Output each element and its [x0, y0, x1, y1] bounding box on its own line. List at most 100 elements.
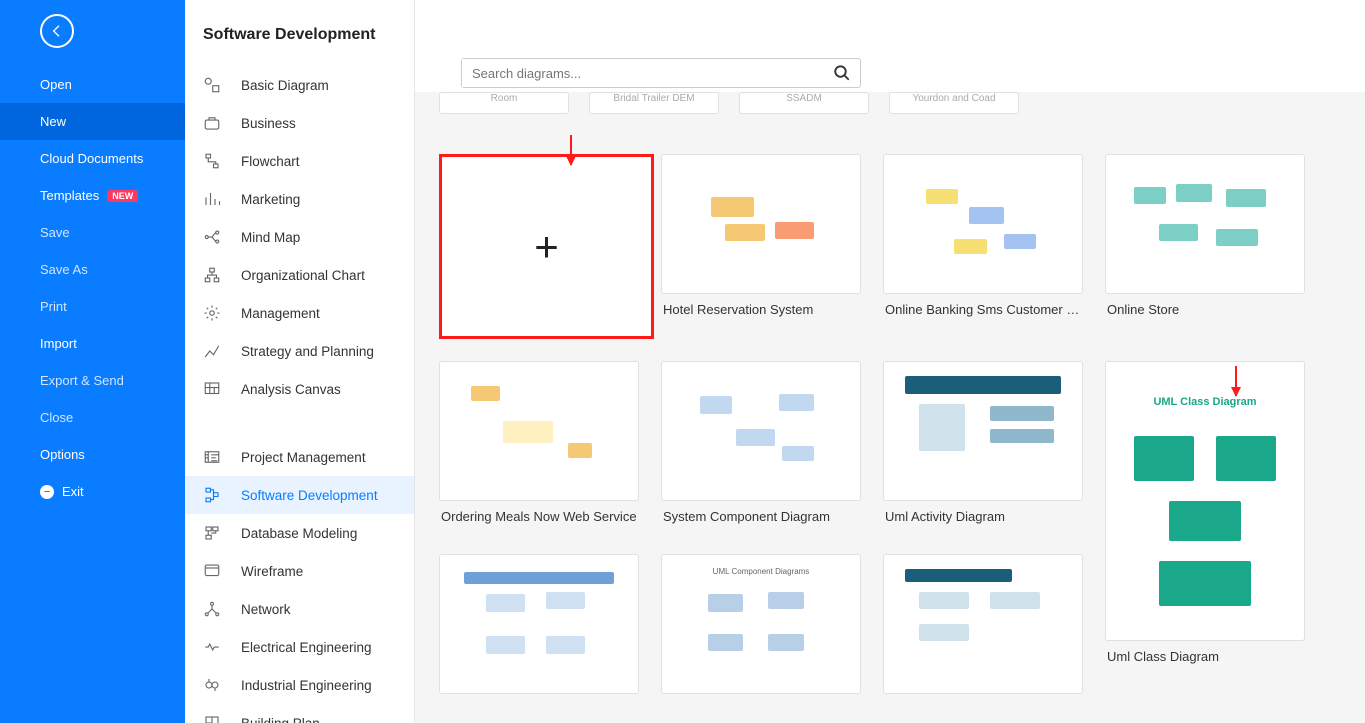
category-basic-diagram[interactable]: Basic Diagram: [185, 66, 414, 104]
template-tile[interactable]: Online Store: [1105, 154, 1305, 339]
basic-icon: [203, 76, 221, 94]
file-menu-print[interactable]: Print: [0, 288, 185, 325]
category-strategy-and-planning[interactable]: Strategy and Planning: [185, 332, 414, 370]
file-menu-label: Open: [40, 77, 72, 92]
blank-template[interactable]: +: [439, 154, 654, 339]
project-icon: [203, 448, 221, 466]
category-label: Mind Map: [241, 230, 300, 245]
template-tile[interactable]: Ordering Meals Now Web Service: [439, 361, 639, 532]
category-business[interactable]: Business: [185, 104, 414, 142]
category-management[interactable]: Management: [185, 294, 414, 332]
file-menu-save[interactable]: Save: [0, 214, 185, 251]
template-label: Ordering Meals Now Web Service: [439, 501, 639, 532]
category-label: Building Plan: [241, 716, 320, 723]
category-flowchart[interactable]: Flowchart: [185, 142, 414, 180]
industrial-icon: [203, 676, 221, 694]
category-organizational-chart[interactable]: Organizational Chart: [185, 256, 414, 294]
template-tile[interactable]: [883, 554, 1083, 694]
software-icon: [203, 486, 221, 504]
file-menu-label: New: [40, 114, 66, 129]
file-menu-label: Save: [40, 225, 70, 240]
search-box: [461, 58, 861, 88]
file-menu-save-as[interactable]: Save As: [0, 251, 185, 288]
template-thumbnail: UML Component Diagrams: [661, 554, 861, 694]
canvas-icon: [203, 380, 221, 398]
template-tile[interactable]: System Component Diagram: [661, 361, 861, 532]
file-menu-options[interactable]: Options: [0, 436, 185, 473]
template-label: Online Banking Sms Customer S...: [883, 294, 1083, 325]
file-menu-label: Save As: [40, 262, 88, 277]
category-label: Analysis Canvas: [241, 382, 341, 397]
file-menu-label: Print: [40, 299, 67, 314]
template-tile[interactable]: UML Class DiagramUml Class Diagram: [1105, 361, 1305, 694]
category-label: Basic Diagram: [241, 78, 329, 93]
file-menu-label: Close: [40, 410, 73, 425]
category-industrial-engineering[interactable]: Industrial Engineering: [185, 666, 414, 704]
subcategory-card[interactable]: Room: [439, 92, 569, 114]
category-wireframe[interactable]: Wireframe: [185, 552, 414, 590]
template-label: Hotel Reservation System: [661, 294, 861, 325]
subcategory-card[interactable]: SSADM: [739, 92, 869, 114]
business-icon: [203, 114, 221, 132]
category-label: Industrial Engineering: [241, 678, 372, 693]
search-input[interactable]: [462, 59, 824, 87]
subcategory-card[interactable]: Yourdon and Coad: [889, 92, 1019, 114]
template-label: Uml Activity Diagram: [883, 501, 1083, 532]
category-label: Wireframe: [241, 564, 303, 579]
category-title: Software Development: [185, 0, 414, 66]
template-label: Online Store: [1105, 294, 1305, 325]
strategy-icon: [203, 342, 221, 360]
template-thumbnail: [661, 154, 861, 294]
template-label: System Component Diagram: [661, 501, 861, 532]
file-menu-new[interactable]: New: [0, 103, 185, 140]
category-mind-map[interactable]: Mind Map: [185, 218, 414, 256]
category-label: Software Development: [241, 488, 378, 503]
template-thumbnail: [883, 154, 1083, 294]
marketing-icon: [203, 190, 221, 208]
category-network[interactable]: Network: [185, 590, 414, 628]
file-menu-templates[interactable]: TemplatesNEW: [0, 177, 185, 214]
category-column: Software Development Basic Diagram Busine…: [185, 0, 415, 723]
template-thumbnail: [439, 554, 639, 694]
template-tile[interactable]: Online Banking Sms Customer S...: [883, 154, 1083, 339]
new-badge: NEW: [107, 190, 138, 202]
file-menu-import[interactable]: Import: [0, 325, 185, 362]
category-analysis-canvas[interactable]: Analysis Canvas: [185, 370, 414, 408]
category-label: Database Modeling: [241, 526, 357, 541]
subcategory-card[interactable]: Bridal Trailer DEM: [589, 92, 719, 114]
template-tile[interactable]: UML Component Diagrams: [661, 554, 861, 694]
template-tile[interactable]: [439, 554, 639, 694]
category-label: Project Management: [241, 450, 366, 465]
file-menu-label: Cloud Documents: [40, 151, 143, 166]
back-button[interactable]: [40, 14, 74, 48]
flowchart-icon: [203, 152, 221, 170]
file-menu-label: Exit: [62, 484, 84, 499]
annotation-arrow-2: [1235, 366, 1237, 396]
category-label: Business: [241, 116, 296, 131]
mindmap-icon: [203, 228, 221, 246]
org-icon: [203, 266, 221, 284]
category-electrical-engineering[interactable]: Electrical Engineering: [185, 628, 414, 666]
template-tile[interactable]: Uml Activity Diagram: [883, 361, 1083, 532]
template-tile[interactable]: Hotel Reservation System: [661, 154, 861, 339]
category-label: Management: [241, 306, 320, 321]
category-project-management[interactable]: Project Management: [185, 438, 414, 476]
category-marketing[interactable]: Marketing: [185, 180, 414, 218]
file-menu-label: Export & Send: [40, 373, 124, 388]
category-label: Marketing: [241, 192, 300, 207]
category-label: Electrical Engineering: [241, 640, 372, 655]
category-database-modeling[interactable]: Database Modeling: [185, 514, 414, 552]
category-software-development[interactable]: Software Development: [185, 476, 414, 514]
file-menu-open[interactable]: Open: [0, 66, 185, 103]
file-menu-label: Import: [40, 336, 77, 351]
file-menu-exit[interactable]: –Exit: [0, 473, 185, 510]
template-scroll-area[interactable]: Room Bridal Trailer DEM SSADM Yourdon and C…: [415, 92, 1365, 723]
file-menu-cloud-documents[interactable]: Cloud Documents: [0, 140, 185, 177]
database-icon: [203, 524, 221, 542]
search-button[interactable]: [824, 59, 860, 87]
file-menu-export-send[interactable]: Export & Send: [0, 362, 185, 399]
category-building-plan[interactable]: Building Plan: [185, 704, 414, 723]
file-menu-close[interactable]: Close: [0, 399, 185, 436]
template-thumbnail: [883, 361, 1083, 501]
exit-icon: –: [40, 485, 54, 499]
